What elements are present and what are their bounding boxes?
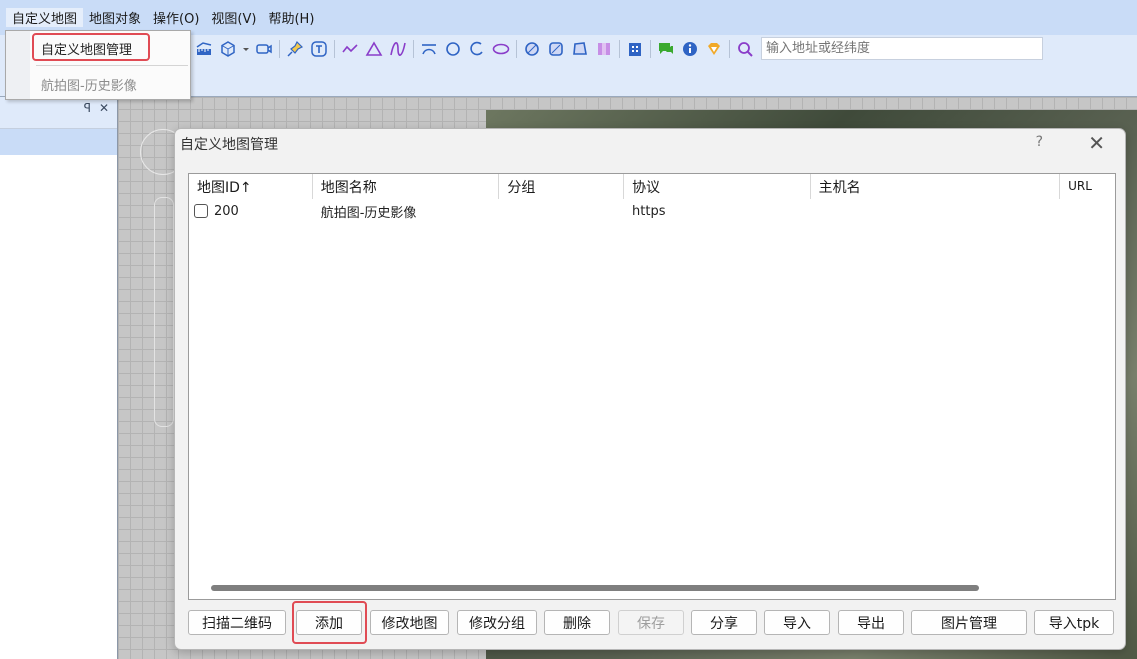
chevron-down-icon[interactable] bbox=[240, 37, 252, 61]
info-icon[interactable] bbox=[678, 37, 702, 61]
ellipse-icon[interactable] bbox=[489, 37, 513, 61]
curve-icon[interactable] bbox=[386, 37, 410, 61]
col-map-id[interactable]: 地图ID↑ bbox=[189, 174, 313, 199]
import-tpk-button[interactable]: 导入tpk bbox=[1034, 610, 1114, 635]
zoom-slider[interactable] bbox=[154, 197, 174, 427]
image-manage-button[interactable]: 图片管理 bbox=[911, 610, 1027, 635]
dialog-title: 自定义地图管理 bbox=[180, 137, 278, 153]
arc-icon[interactable] bbox=[465, 37, 489, 61]
comment-icon[interactable] bbox=[654, 37, 678, 61]
custom-map-management-dialog: 自定义地图管理 ? ✕ 地图ID↑ 地图名称 分组 协议 主机名 URL 200… bbox=[174, 128, 1126, 650]
menu-help[interactable]: 帮助(H) bbox=[262, 8, 320, 27]
scan-qr-button[interactable]: 扫描二维码 bbox=[188, 610, 286, 635]
ruler-icon[interactable] bbox=[192, 37, 216, 61]
share-button[interactable]: 分享 bbox=[691, 610, 757, 635]
filled-circle-icon[interactable] bbox=[520, 37, 544, 61]
left-panel: ꟼ ✕ bbox=[0, 97, 118, 659]
col-host[interactable]: 主机名 bbox=[811, 174, 1061, 199]
add-button-highlight bbox=[292, 601, 367, 644]
menu-view[interactable]: 视图(V) bbox=[205, 8, 262, 27]
menu-separator bbox=[36, 65, 188, 66]
col-protocol[interactable]: 协议 bbox=[624, 174, 811, 199]
arc-line-icon[interactable] bbox=[417, 37, 441, 61]
polygon-icon[interactable] bbox=[568, 37, 592, 61]
left-panel-selected-row[interactable] bbox=[0, 129, 117, 155]
diamond-icon[interactable] bbox=[702, 37, 726, 61]
row-checkbox[interactable] bbox=[194, 204, 208, 218]
menu-item-aerial-history[interactable]: 航拍图-历史影像 bbox=[41, 75, 137, 94]
toolbar-separator bbox=[334, 39, 335, 58]
export-button[interactable]: 导出 bbox=[838, 610, 904, 635]
col-url[interactable]: URL bbox=[1060, 174, 1115, 199]
horizontal-scrollbar[interactable] bbox=[211, 585, 979, 591]
toolbar-separator bbox=[279, 39, 280, 58]
polyhedron-icon[interactable] bbox=[216, 37, 240, 61]
pin-icon[interactable] bbox=[283, 37, 307, 61]
col-map-name[interactable]: 地图名称 bbox=[313, 174, 500, 199]
save-button[interactable]: 保存 bbox=[618, 610, 684, 635]
toolbar-separator bbox=[729, 39, 730, 58]
menu-map-objects[interactable]: 地图对象 bbox=[83, 8, 147, 27]
toolbar-separator bbox=[619, 39, 620, 58]
custom-map-dropdown: 自定义地图管理 航拍图-历史影像 bbox=[5, 30, 191, 100]
map-table: 地图ID↑ 地图名称 分组 协议 主机名 URL 200 航拍图-历史影像 ht… bbox=[188, 173, 1116, 600]
search-icon[interactable] bbox=[733, 37, 757, 61]
map-name-value: 航拍图-历史影像 bbox=[320, 205, 417, 221]
address-search-input[interactable] bbox=[761, 37, 1043, 60]
toolbar-separator bbox=[413, 39, 414, 58]
delete-button[interactable]: 删除 bbox=[544, 610, 610, 635]
map-id-value: 200 bbox=[214, 203, 239, 219]
help-icon[interactable]: ? bbox=[1036, 134, 1043, 150]
close-icon[interactable]: ✕ bbox=[1088, 131, 1105, 155]
circle-icon[interactable] bbox=[441, 37, 465, 61]
edit-map-button[interactable]: 修改地图 bbox=[370, 610, 449, 635]
menu-operations[interactable]: 操作(O) bbox=[147, 8, 205, 27]
menu-custom-map[interactable]: 自定义地图 bbox=[6, 8, 84, 27]
filled-square-icon[interactable] bbox=[544, 37, 568, 61]
edit-group-button[interactable]: 修改分组 bbox=[457, 610, 537, 635]
table-row[interactable]: 200 航拍图-历史影像 https bbox=[189, 201, 1115, 221]
polyline-icon[interactable] bbox=[338, 37, 362, 61]
toolbar-separator bbox=[650, 39, 651, 58]
pin-icon[interactable]: ꟼ bbox=[84, 101, 91, 115]
camera-icon[interactable] bbox=[252, 37, 276, 61]
col-group[interactable]: 分组 bbox=[499, 174, 625, 199]
triangle-icon[interactable] bbox=[362, 37, 386, 61]
import-button[interactable]: 导入 bbox=[764, 610, 830, 635]
menu-gutter bbox=[6, 31, 30, 99]
table-header: 地图ID↑ 地图名称 分组 协议 主机名 URL bbox=[189, 174, 1115, 199]
cell-map-id: 200 bbox=[189, 204, 313, 219]
building-icon[interactable] bbox=[623, 37, 647, 61]
close-icon[interactable]: ✕ bbox=[99, 101, 109, 115]
highlight-box bbox=[32, 33, 150, 61]
left-panel-header: ꟼ ✕ bbox=[0, 97, 117, 129]
bars-icon[interactable] bbox=[592, 37, 616, 61]
toolbar-separator bbox=[516, 39, 517, 58]
protocol-value: https bbox=[632, 203, 666, 219]
text-icon[interactable] bbox=[307, 37, 331, 61]
